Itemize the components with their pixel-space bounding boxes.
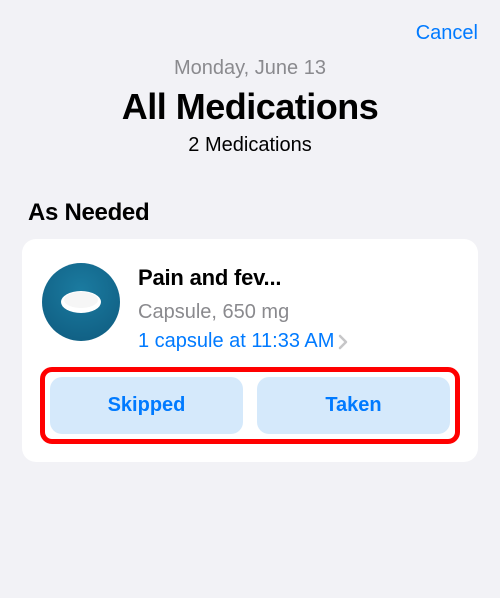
action-buttons: Skipped Taken [42, 369, 458, 442]
medication-row: Pain and fev... Capsule, 650 mg 1 capsul… [42, 263, 458, 353]
medication-count: 2 Medications [20, 134, 480, 157]
date-label: Monday, June 13 [20, 57, 480, 80]
skipped-button[interactable]: Skipped [50, 377, 243, 434]
log-entry-text: 1 capsule at 11:33 AM [138, 330, 334, 353]
taken-button[interactable]: Taken [257, 377, 450, 434]
page-title: All Medications [20, 86, 480, 128]
medication-detail: Capsule, 650 mg [138, 301, 458, 324]
medication-card: Pain and fev... Capsule, 650 mg 1 capsul… [22, 239, 478, 462]
cancel-button[interactable]: Cancel [416, 22, 478, 45]
medication-log-sheet: Cancel Monday, June 13 All Medications 2… [0, 0, 500, 598]
section-as-needed-label: As Needed [0, 173, 500, 239]
medication-name: Pain and fev... [138, 265, 458, 291]
medication-info: Pain and fev... Capsule, 650 mg 1 capsul… [138, 263, 458, 353]
header: Monday, June 13 All Medications 2 Medica… [0, 51, 500, 173]
pill-icon [42, 263, 120, 341]
nav-bar: Cancel [0, 8, 500, 51]
chevron-right-icon [338, 334, 349, 350]
log-entry-button[interactable]: 1 capsule at 11:33 AM [138, 330, 458, 353]
